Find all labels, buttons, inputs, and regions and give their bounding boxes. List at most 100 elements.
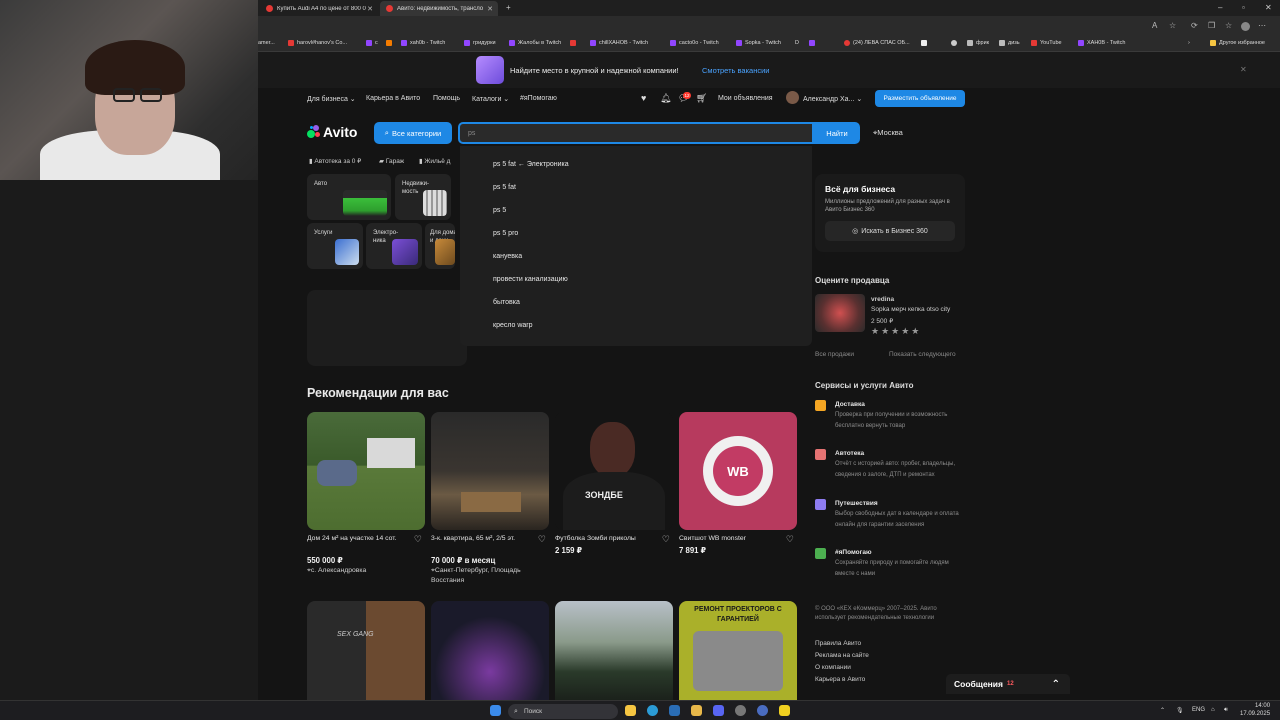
new-tab-icon[interactable]: + (506, 3, 511, 12)
avito-logo[interactable]: Avito (307, 124, 357, 140)
taskbar-search[interactable]: ⌕ Поиск (508, 704, 618, 719)
refresh-icon[interactable]: ⟳ (1191, 21, 1198, 30)
cart-icon[interactable]: 🛒︎ (696, 93, 707, 104)
bookmark-item[interactable]: гридурки (464, 40, 496, 46)
bookmark-item[interactable]: harovl#hanov's Co... (288, 40, 347, 46)
listing-card[interactable] (555, 601, 673, 700)
seller-item-image[interactable] (815, 294, 865, 332)
tab-audi[interactable]: Купить Audi A4 по цене от 800 0 ✕ (260, 1, 378, 16)
bookmark-item[interactable] (386, 40, 395, 46)
banner-close-icon[interactable]: ✕ (1240, 65, 1247, 74)
category-auto[interactable]: Авто (307, 174, 391, 220)
favorite-heart-icon[interactable]: ♡ (662, 534, 670, 545)
close-tab-icon[interactable]: ✕ (487, 5, 493, 13)
file-explorer-icon[interactable] (625, 705, 636, 716)
favorites-icon[interactable]: ☆ (1225, 21, 1232, 30)
bookmark-item[interactable]: XAH0B - Twitch (1078, 40, 1125, 46)
category-services[interactable]: Услуги (307, 223, 363, 269)
seller-item[interactable]: Sopka мерч кепка otso city (871, 306, 950, 313)
service-help[interactable]: #яПомогаю Сохраняйте природу и помогайте… (815, 548, 965, 584)
language-indicator[interactable]: ENG (1192, 707, 1205, 713)
suggestion-item[interactable]: ps 5 pro (493, 230, 518, 237)
collections-icon[interactable]: ❒ (1208, 21, 1215, 30)
business-search-button[interactable]: ◎ Искать в Бизнес 360 (825, 221, 955, 241)
mic-icon[interactable]: 🎙︎ (1176, 707, 1184, 714)
suggestion-item[interactable]: кресло warp (493, 322, 533, 329)
user-menu[interactable]: Александр Ха... ⌄ (803, 95, 862, 103)
read-aloud-icon[interactable]: A (1152, 21, 1157, 30)
menu-dots-icon[interactable]: ⋯ (1258, 21, 1266, 30)
bookmark-item[interactable]: c (366, 40, 378, 46)
quick-link-autoteka[interactable]: ▮ Автотека за 0 ₽ (309, 157, 361, 165)
nav-help-tag[interactable]: #яПомогаю (520, 95, 557, 102)
bookmark-item[interactable] (570, 40, 579, 46)
notifications-bell-icon[interactable]: 🔔︎ (660, 93, 671, 104)
edge-icon[interactable] (647, 705, 658, 716)
nav-my-ads[interactable]: Мои объявления (718, 95, 773, 102)
network-icon[interactable]: ⌂ (1211, 707, 1215, 713)
taskbar-app-icon[interactable] (735, 705, 746, 716)
listing-card[interactable]: SEX GANG (307, 601, 425, 700)
listing-card[interactable] (431, 601, 549, 700)
bookmark-item[interactable]: xah0b - Twitch (401, 40, 445, 46)
footer-link-ads[interactable]: Реклама на сайте (815, 652, 869, 659)
search-button[interactable]: Найти (814, 122, 860, 144)
category-electronics[interactable]: Электро-ника (366, 223, 422, 269)
tray-chevron-icon[interactable]: ⌃ (1160, 707, 1165, 714)
bookmark-item[interactable]: фрик (967, 40, 989, 46)
messages-widget[interactable]: Сообщения 12 ⌃ (946, 674, 1070, 694)
favorites-heart-icon[interactable]: ♥ (641, 93, 646, 103)
nav-business[interactable]: Для бизнеса ⌄ (307, 95, 356, 103)
listing-card[interactable]: ♡ 3-к. квартира, 65 м², 2/5 эт. 70 000 ₽… (431, 412, 549, 584)
profile-avatar-icon[interactable] (1241, 22, 1250, 31)
all-sales-link[interactable]: Все продажи (815, 351, 854, 358)
search-input[interactable] (458, 122, 814, 144)
show-next-link[interactable]: Показать следующего (889, 351, 956, 358)
minimize-icon[interactable]: – (1218, 3, 1222, 12)
bookmark-item[interactable]: D (795, 40, 799, 46)
suggestion-item[interactable]: ps 5 fat ← Электроника (493, 161, 569, 168)
quick-link-housing[interactable]: ▮ Жильё д (419, 157, 450, 165)
bookmarks-overflow-icon[interactable]: › (1188, 40, 1190, 46)
quick-link-garage[interactable]: ▰ Гараж (379, 157, 404, 165)
bookmark-item[interactable]: Sopka - Twitch (736, 40, 781, 46)
other-bookmarks[interactable]: Другое избранное (1210, 40, 1265, 46)
seller-name[interactable]: vredina (871, 296, 894, 303)
nav-help[interactable]: Помощь (433, 95, 460, 102)
bookmark-item[interactable]: amer... (258, 40, 275, 46)
taskbar-app-icon[interactable] (757, 705, 768, 716)
listing-card[interactable]: ♡ Дом 24 м² на участке 14 сот. 550 000 ₽… (307, 412, 425, 574)
listing-card[interactable]: ЗОНДБЕ ♡ Футболка Зомби приколы 2 159 ₽ (555, 412, 673, 555)
favorite-star-icon[interactable]: ☆ (1169, 21, 1176, 30)
favorite-heart-icon[interactable]: ♡ (414, 534, 422, 545)
banner-link[interactable]: Смотреть вакансии (702, 66, 770, 75)
discord-icon[interactable] (713, 705, 724, 716)
suggestion-item[interactable]: ps 5 (493, 207, 506, 214)
windows-start-icon[interactable] (490, 705, 501, 716)
rating-stars[interactable]: ★★★★★ (871, 326, 921, 337)
taskbar-app-icon[interactable] (669, 705, 680, 716)
listing-card[interactable]: WB ♡ Свитшот WB monster 7 891 ₽ (679, 412, 797, 555)
bookmark-item[interactable]: Жалобы в Twitch (509, 40, 561, 46)
avatar[interactable] (786, 91, 799, 104)
chevron-up-icon[interactable]: ⌃ (1052, 679, 1060, 690)
bookmark-item[interactable] (951, 40, 960, 46)
favorite-heart-icon[interactable]: ♡ (786, 534, 794, 545)
taskbar-app-icon[interactable] (691, 705, 702, 716)
footer-link-about[interactable]: О компании (815, 664, 851, 671)
bookmark-item[interactable]: YouTube (1031, 40, 1062, 46)
post-ad-button[interactable]: Разместить объявление (875, 90, 965, 107)
bookmark-item[interactable]: дизь (999, 40, 1020, 46)
suggestion-item[interactable]: ps 5 fat (493, 184, 516, 191)
nav-career[interactable]: Карьера в Авито (366, 95, 420, 102)
close-window-icon[interactable]: ✕ (1265, 3, 1272, 12)
bookmark-item[interactable]: (24) ЛЕВА СПАС ОБ... (844, 40, 910, 46)
footer-link-rules[interactable]: Правила Авито (815, 640, 861, 647)
footer-link-career[interactable]: Карьера в Авито (815, 676, 865, 683)
city-selector[interactable]: ⌖Москва (873, 128, 903, 138)
nav-catalogs[interactable]: Каталоги ⌄ (472, 95, 509, 103)
suggestion-item[interactable]: кануевка (493, 253, 522, 260)
taskbar-app-icon[interactable] (779, 705, 790, 716)
listing-card[interactable]: РЕМОНТ ПРОЕКТОРОВ С ГАРАНТИЕЙ (679, 601, 797, 700)
clock[interactable]: 14:00 17.09.2025 (1240, 702, 1270, 718)
